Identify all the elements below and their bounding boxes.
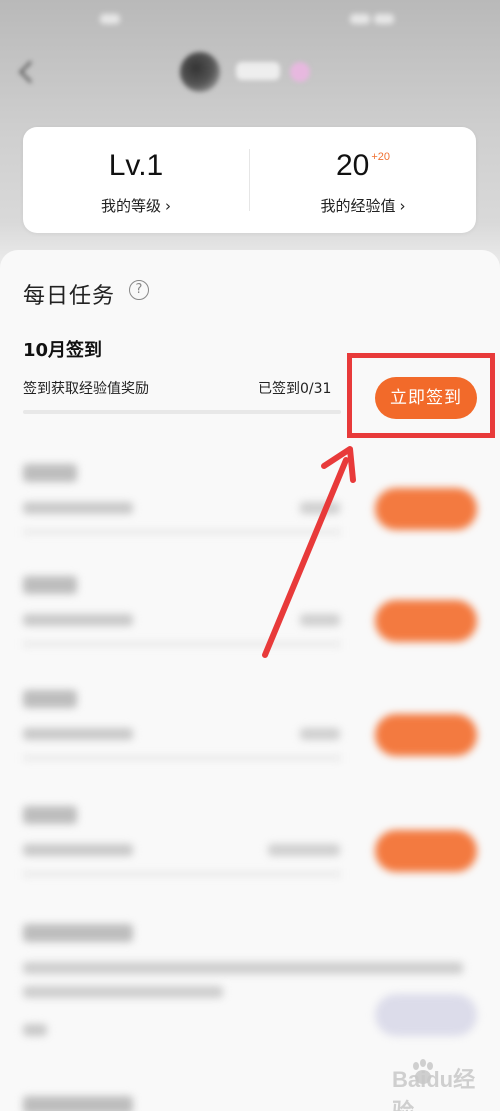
signin-task-title: 10月签到 [23,340,103,361]
blurred-task-title [23,1096,133,1111]
exp-label: 我的经验值 [320,197,396,215]
blurred-task-progress [268,844,340,856]
blurred-task-button[interactable] [375,994,477,1036]
my-level[interactable]: Lv.1 我的等级 › [23,127,249,233]
blurred-task-button[interactable] [375,600,477,642]
status-indicator [374,14,394,24]
watermark-text: Baidu经验 [392,1067,476,1111]
blurred-task-text-line [23,986,223,998]
blurred-task-title [23,806,77,824]
status-bar [0,0,500,40]
blurred-task-progress [300,728,340,740]
help-icon[interactable]: ? [129,280,149,300]
blurred-task-progress-bar [23,872,341,876]
exp-value-row: 20 +20 [250,149,476,183]
blurred-task-title [23,924,133,942]
blurred-task [0,576,500,676]
badge-icon [290,62,310,82]
signin-task-description: 签到获取经验值奖励 [23,381,149,397]
level-value: Lv.1 [108,149,164,182]
blurred-task-button[interactable] [375,488,477,530]
blurred-task-description [23,728,133,740]
level-label: 我的等级 [100,197,161,215]
level-card: Lv.1 我的等级 › 20 +20 我的经验值 › [23,127,476,233]
exp-label-row[interactable]: 我的经验值 › [250,195,476,216]
blurred-task-text-line [23,962,463,974]
blurred-task-button[interactable] [375,714,477,756]
blurred-task-description [23,1024,47,1036]
blurred-task-description [23,614,133,626]
avatar[interactable] [180,52,220,92]
blurred-task [0,690,500,790]
signin-progress-text: 已签到0/31 [258,381,332,397]
blurred-task [0,464,500,564]
nickname [236,62,280,80]
chevron-right-icon: › [165,197,171,215]
signin-progress-bar [23,410,341,414]
blurred-task [0,806,500,906]
my-experience[interactable]: 20 +20 我的经验值 › [250,127,476,233]
blurred-task-title [23,464,77,482]
blurred-task-button[interactable] [375,830,477,872]
highlight-box [347,353,495,438]
blurred-task-progress-bar [23,642,341,646]
blurred-task [0,924,500,1054]
blurred-task-description [23,502,133,514]
blurred-task-title [23,576,77,594]
section-title: 每日任务 [23,284,116,309]
exp-value: 20 [335,149,370,182]
back-icon[interactable] [18,60,42,84]
blurred-task-progress-bar [23,756,341,760]
blurred-task-progress-bar [23,530,341,534]
chevron-right-icon: › [399,197,406,215]
status-indicator [100,14,120,24]
blurred-task-title [23,690,77,708]
baidu-watermark: Baidu经验 [392,1054,492,1111]
level-label-row[interactable]: 我的等级 › [23,195,249,216]
exp-bonus: +20 [371,151,391,163]
blurred-task-description [23,844,133,856]
blurred-task-progress [300,614,340,626]
blurred-task-progress [300,502,340,514]
status-indicator [350,14,370,24]
profile-header [0,40,500,120]
daily-tasks-panel: 每日任务 ? 10月签到 签到获取经验值奖励 已签到0/31 立即签到 [0,250,500,1111]
